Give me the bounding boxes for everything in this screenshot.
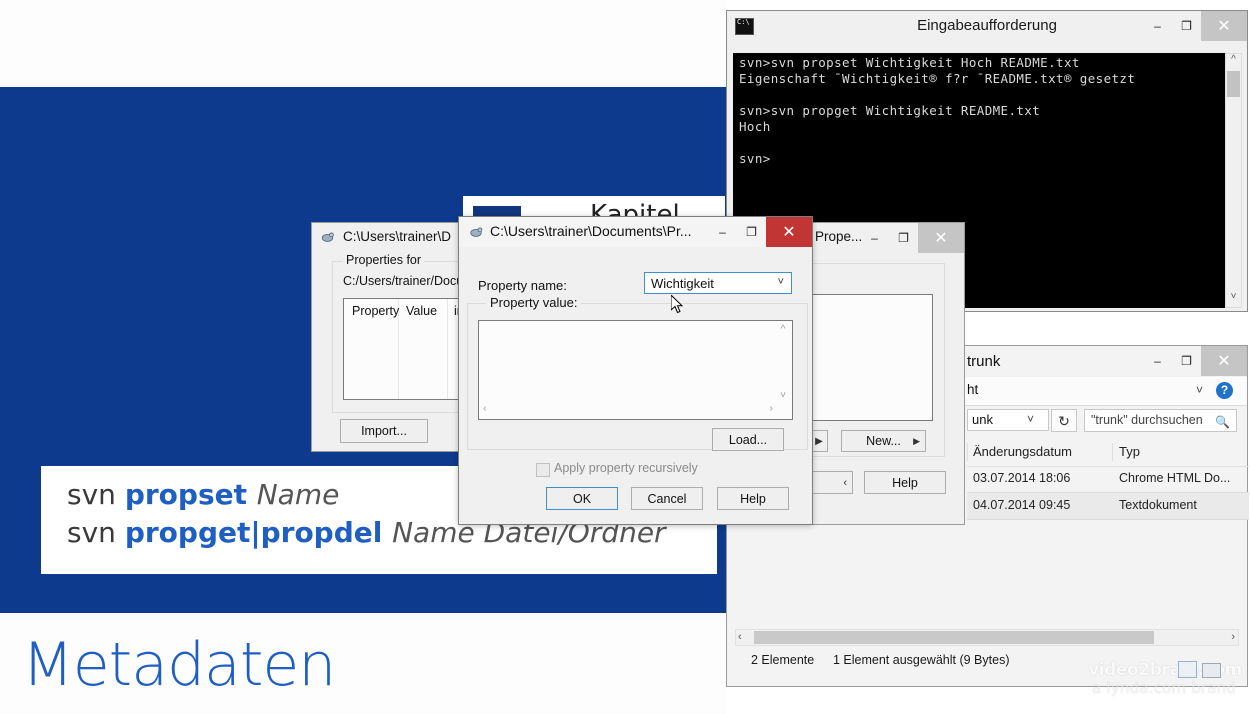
cmd-close-button[interactable]: ✕ xyxy=(1201,11,1247,41)
chevron-left-icon[interactable]: ‹ xyxy=(738,631,742,643)
property-dialog-close-button[interactable]: ✕ xyxy=(766,217,812,247)
cmd-vertical-scrollbar[interactable]: ^ ˅ xyxy=(1225,53,1242,308)
explorer-close-button[interactable]: ✕ xyxy=(1201,346,1247,376)
properties-right-group: ▶ New... ▶ xyxy=(807,263,945,457)
chevron-down-icon[interactable]: ˅ xyxy=(778,276,784,288)
explorer-scrollbar-thumb[interactable] xyxy=(754,631,1154,644)
property-dialog-window-controls[interactable]: – ❐ ✕ xyxy=(708,217,812,247)
column-header-type[interactable]: Typ xyxy=(1119,444,1140,459)
cmd-console-text: svn>svn propset Wichtigkeit Hoch README.… xyxy=(739,55,1136,166)
property-name-combobox[interactable]: Wichtigkeit ˅ xyxy=(644,272,792,294)
properties-right-titlebar[interactable]: Prope... – ❐ ✕ xyxy=(811,223,964,253)
cmd-titlebar[interactable]: Eingabeaufforderung – ❐ ✕ xyxy=(727,11,1247,42)
explorer-horizontal-scrollbar[interactable]: ‹ › xyxy=(735,629,1239,646)
video2brain-logo-icon xyxy=(1178,661,1197,678)
properties-right-close-button[interactable]: ✕ xyxy=(918,223,964,253)
property-value-group: Property value: ^ ˅ ‹ › Load... xyxy=(467,295,808,451)
properties-right-maximize-button[interactable]: ❐ xyxy=(889,223,918,253)
chevron-up-icon[interactable]: ^ xyxy=(775,324,791,335)
new-button[interactable]: New... ▶ xyxy=(841,430,926,452)
address-input[interactable]: unk xyxy=(967,409,1049,431)
column-header-date[interactable]: Änderungsdatum xyxy=(973,444,1072,459)
explorer-minimize-button[interactable]: – xyxy=(1143,346,1172,376)
help-button[interactable]: Help xyxy=(717,487,789,510)
property-name-label: Property name: xyxy=(478,278,567,293)
table-row[interactable]: 03.07.2014 18:06 Chrome HTML Do... xyxy=(967,466,1249,492)
caret-right-icon: ▶ xyxy=(913,436,920,446)
property-edit-dialog[interactable]: C:\Users\trainer\Documents\Pr... – ❐ ✕ P… xyxy=(458,216,813,525)
chevron-up-icon[interactable]: ^ xyxy=(1226,54,1241,70)
cmd-window-controls[interactable]: – ❐ ✕ xyxy=(1143,11,1247,41)
chevron-down-icon[interactable]: ˅ xyxy=(775,390,791,401)
code-arg: Name xyxy=(256,478,340,511)
value-horizontal-scrollbar[interactable]: ‹ › xyxy=(480,403,791,418)
chevron-right-icon[interactable]: › xyxy=(1231,631,1235,643)
cmd-scrollbar-thumb[interactable] xyxy=(1227,71,1240,97)
new-button-label: New... xyxy=(866,434,901,448)
column-header-value[interactable]: Value xyxy=(406,304,437,318)
apply-recursively-label: Apply property recursively xyxy=(554,461,698,475)
properties-back-group-label: Properties for xyxy=(343,253,425,267)
property-dialog-maximize-button[interactable]: ❐ xyxy=(737,217,766,247)
code-keyword: propset xyxy=(124,478,257,511)
properties-back-title: C:\Users\trainer\D xyxy=(343,229,452,244)
search-icon: 🔍 xyxy=(1215,415,1230,429)
apply-recursively-checkbox[interactable] xyxy=(536,463,550,477)
cell-type: Chrome HTML Do... xyxy=(1119,471,1231,485)
cmd-minimize-button[interactable]: – xyxy=(1143,11,1172,41)
refresh-icon[interactable]: ↻ xyxy=(1051,409,1077,432)
page-title: Metadaten xyxy=(22,630,336,700)
properties-right-minimize-button[interactable]: – xyxy=(860,223,889,253)
explorer-window-controls[interactable]: – ❐ ✕ xyxy=(1143,346,1247,376)
code-line-propset: svn propset Name xyxy=(67,478,339,511)
property-value-label: Property value: xyxy=(486,295,582,310)
chevron-right-icon[interactable]: › xyxy=(770,403,773,414)
property-value-textarea[interactable]: ^ ˅ ‹ › xyxy=(478,320,793,420)
cmd-maximize-button[interactable]: ❐ xyxy=(1172,11,1201,41)
status-selection-info: 1 Element ausgewählt (9 Bytes) xyxy=(833,653,1010,667)
slide-top-margin xyxy=(0,0,726,87)
explorer-column-header[interactable]: Änderungsdatum Typ xyxy=(967,440,1249,467)
explorer-file-list[interactable]: 03.07.2014 18:06 Chrome HTML Do... 04.07… xyxy=(967,466,1249,520)
watermark-line-2: a lynda.com brand xyxy=(1092,679,1237,697)
cell-date: 03.07.2014 18:06 xyxy=(973,471,1071,485)
chevron-down-icon[interactable]: ˅ xyxy=(1027,412,1034,426)
explorer-maximize-button[interactable]: ❐ xyxy=(1172,346,1201,376)
properties-dialog-right[interactable]: Prope... – ❐ ✕ ▶ New... ▶ ‹ Help xyxy=(805,222,965,525)
properties-right-title: Prope... xyxy=(815,229,863,244)
apply-recursively-row[interactable]: Apply property recursively xyxy=(475,461,795,480)
cell-date: 04.07.2014 09:45 xyxy=(973,498,1071,512)
chevron-down-icon[interactable]: ˅ xyxy=(1226,291,1241,307)
value-vertical-scrollbar[interactable]: ^ ˅ xyxy=(775,322,791,403)
explorer-title: trunk xyxy=(967,353,1001,370)
cell-type: Textdokument xyxy=(1119,498,1197,512)
tortoisesvn-icon xyxy=(321,232,334,242)
property-dialog-minimize-button[interactable]: – xyxy=(708,217,737,247)
code-keyword: propget|propdel xyxy=(124,516,393,549)
column-header-property[interactable]: Property xyxy=(352,304,399,318)
ok-button[interactable]: OK xyxy=(546,487,618,510)
chevron-down-icon[interactable]: ˅ xyxy=(1196,383,1203,397)
lynda-logo-icon xyxy=(1202,663,1221,678)
properties-right-listbox[interactable] xyxy=(810,294,933,421)
code-prefix: svn xyxy=(67,516,125,549)
mouse-cursor xyxy=(671,295,684,314)
search-input[interactable]: "trunk" durchsuchen 🔍 xyxy=(1084,409,1237,432)
status-item-count: 2 Elemente xyxy=(751,653,815,667)
table-row[interactable]: 04.07.2014 09:45 Textdokument xyxy=(967,492,1249,520)
import-button[interactable]: Import... xyxy=(340,419,428,443)
property-dialog-title: C:\Users\trainer\Documents\Pr... xyxy=(490,223,692,239)
watermark: video2brain.com a lynda.com brand xyxy=(1088,660,1246,698)
properties-right-window-controls[interactable]: – ❐ ✕ xyxy=(860,223,964,253)
cancel-button[interactable]: Cancel xyxy=(631,487,703,510)
help-button[interactable]: Help xyxy=(864,471,946,494)
load-button[interactable]: Load... xyxy=(712,428,784,451)
property-name-value: Wichtigkeit xyxy=(651,276,714,291)
chevron-left-icon[interactable]: ‹ xyxy=(483,403,486,414)
code-prefix: svn xyxy=(67,478,125,511)
help-icon[interactable]: ? xyxy=(1216,382,1233,399)
tab-ansicht[interactable]: ht xyxy=(967,382,978,397)
tortoisesvn-icon xyxy=(470,227,483,237)
property-dialog-titlebar[interactable]: C:\Users\trainer\Documents\Pr... – ❐ ✕ xyxy=(459,217,812,247)
